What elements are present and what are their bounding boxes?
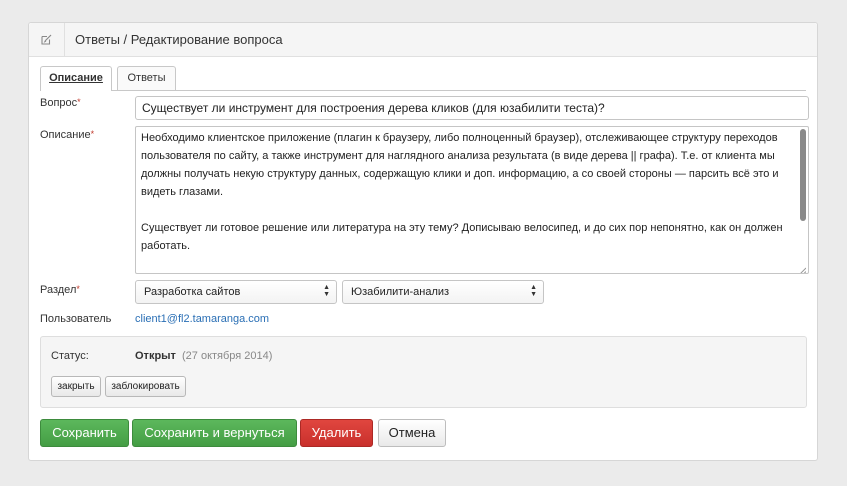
resize-grip-icon[interactable] bbox=[798, 263, 807, 273]
status-date: (27 октября 2014) bbox=[182, 350, 273, 362]
section-label: Раздел* bbox=[40, 284, 80, 296]
block-question-button[interactable]: заблокировать bbox=[105, 376, 186, 397]
status-label: Статус: bbox=[51, 350, 89, 362]
select-arrows-icon: ▲ ▼ bbox=[530, 284, 537, 298]
page-title: Ответы / Редактирование вопроса bbox=[75, 32, 283, 47]
required-mark: * bbox=[90, 129, 95, 139]
description-label: Описание* bbox=[40, 129, 95, 141]
edit-question-panel: Ответы / Редактирование вопроса Описание… bbox=[28, 22, 818, 461]
status-box: Статус: Открыт (27 октября 2014) закрыть… bbox=[40, 336, 807, 408]
cancel-button[interactable]: Отмена bbox=[378, 419, 446, 447]
question-label: Вопрос* bbox=[40, 97, 81, 109]
subsection-select[interactable]: Юзабилити-анализ ▲ ▼ bbox=[342, 280, 544, 304]
tab-answers[interactable]: Ответы bbox=[117, 66, 176, 90]
textarea-scrollbar[interactable] bbox=[800, 129, 806, 259]
user-email-link[interactable]: client1@fl2.tamaranga.com bbox=[135, 313, 269, 325]
description-textarea[interactable]: Необходимо клиентское приложение (плагин… bbox=[135, 126, 809, 274]
delete-button[interactable]: Удалить bbox=[300, 419, 373, 447]
subsection-select-value: Юзабилити-анализ bbox=[351, 286, 450, 298]
tab-bar: Описание Ответы bbox=[40, 66, 806, 91]
description-paragraph: Существует ли готовое решение или литера… bbox=[141, 222, 783, 252]
save-and-return-button[interactable]: Сохранить и вернуться bbox=[132, 419, 297, 447]
section-select-value: Разработка сайтов bbox=[144, 286, 241, 298]
close-question-button[interactable]: закрыть bbox=[51, 376, 101, 397]
section-select[interactable]: Разработка сайтов ▲ ▼ bbox=[135, 280, 337, 304]
panel-header: Ответы / Редактирование вопроса bbox=[29, 23, 817, 57]
scrollbar-thumb[interactable] bbox=[800, 129, 806, 221]
user-label: Пользователь bbox=[40, 313, 112, 325]
tab-description[interactable]: Описание bbox=[40, 66, 112, 91]
status-value: Открыт bbox=[135, 350, 176, 362]
select-arrows-icon: ▲ ▼ bbox=[323, 284, 330, 298]
required-mark: * bbox=[77, 97, 81, 107]
description-paragraph: Необходимо клиентское приложение (плагин… bbox=[141, 132, 779, 198]
edit-icon bbox=[29, 23, 65, 56]
question-input[interactable]: Существует ли инструмент для построения … bbox=[135, 96, 809, 120]
save-button[interactable]: Сохранить bbox=[40, 419, 129, 447]
required-mark: * bbox=[76, 284, 80, 294]
